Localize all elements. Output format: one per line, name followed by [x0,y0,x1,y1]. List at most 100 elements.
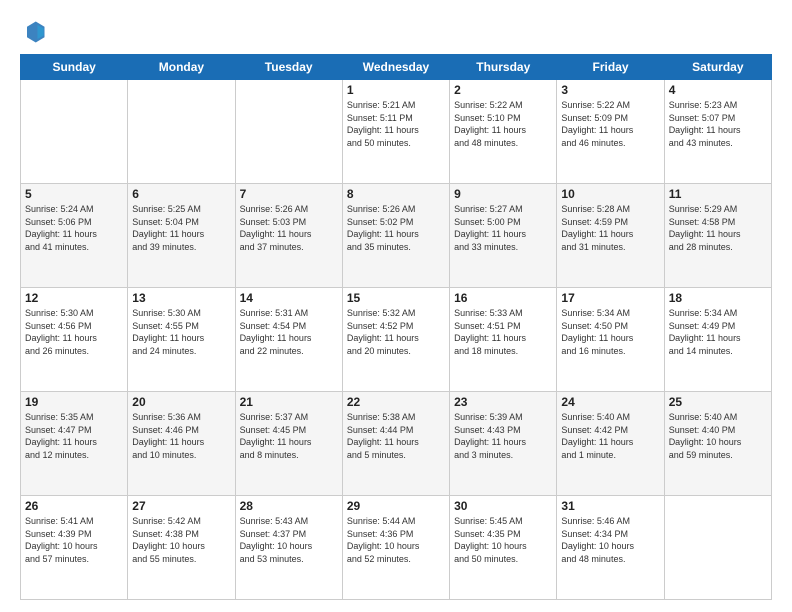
day-cell: 3 Sunrise: 5:22 AM Sunset: 5:09 PM Daylig… [557,80,664,184]
day-cell: 24 Sunrise: 5:40 AM Sunset: 4:42 PM Dayli… [557,392,664,496]
day-number: 12 [25,291,123,305]
day-cell: 27 Sunrise: 5:42 AM Sunset: 4:38 PM Dayli… [128,496,235,600]
day-cell: 1Sunrise: 5:21 AM Sunset: 5:11 PM Daylig… [342,80,449,184]
weekday-header-tuesday: Tuesday [235,55,342,80]
day-info: Sunrise: 5:39 AM Sunset: 4:43 PM Dayligh… [454,411,552,461]
day-info: Sunrise: 5:45 AM Sunset: 4:35 PM Dayligh… [454,515,552,565]
day-info: Sunrise: 5:34 AM Sunset: 4:50 PM Dayligh… [561,307,659,357]
day-number: 4 [669,83,767,97]
day-cell: 5 Sunrise: 5:24 AM Sunset: 5:06 PM Daylig… [21,184,128,288]
day-info: Sunrise: 5:38 AM Sunset: 4:44 PM Dayligh… [347,411,445,461]
day-info: Sunrise: 5:29 AM Sunset: 4:58 PM Dayligh… [669,203,767,253]
week-row-2: 5 Sunrise: 5:24 AM Sunset: 5:06 PM Daylig… [21,184,772,288]
week-row-4: 19 Sunrise: 5:35 AM Sunset: 4:47 PM Dayli… [21,392,772,496]
day-number: 27 [132,499,230,513]
day-cell: 19 Sunrise: 5:35 AM Sunset: 4:47 PM Dayli… [21,392,128,496]
day-info: Sunrise: 5:37 AM Sunset: 4:45 PM Dayligh… [240,411,338,461]
day-cell: 14 Sunrise: 5:31 AM Sunset: 4:54 PM Dayli… [235,288,342,392]
day-info: Sunrise: 5:30 AM Sunset: 4:55 PM Dayligh… [132,307,230,357]
logo-icon [20,18,48,46]
day-number: 14 [240,291,338,305]
day-info: Sunrise: 5:30 AM Sunset: 4:56 PM Dayligh… [25,307,123,357]
day-cell: 29Sunrise: 5:44 AM Sunset: 4:36 PM Dayli… [342,496,449,600]
day-cell: 13 Sunrise: 5:30 AM Sunset: 4:55 PM Dayli… [128,288,235,392]
day-cell: 11 Sunrise: 5:29 AM Sunset: 4:58 PM Dayli… [664,184,771,288]
day-cell: 30 Sunrise: 5:45 AM Sunset: 4:35 PM Dayli… [450,496,557,600]
day-number: 21 [240,395,338,409]
day-cell: 28 Sunrise: 5:43 AM Sunset: 4:37 PM Dayli… [235,496,342,600]
day-cell: 7 Sunrise: 5:26 AM Sunset: 5:03 PM Daylig… [235,184,342,288]
weekday-header-sunday: Sunday [21,55,128,80]
day-cell: 26 Sunrise: 5:41 AM Sunset: 4:39 PM Dayli… [21,496,128,600]
day-info: Sunrise: 5:33 AM Sunset: 4:51 PM Dayligh… [454,307,552,357]
day-info: Sunrise: 5:24 AM Sunset: 5:06 PM Dayligh… [25,203,123,253]
day-info: Sunrise: 5:35 AM Sunset: 4:47 PM Dayligh… [25,411,123,461]
day-cell: 25Sunrise: 5:40 AM Sunset: 4:40 PM Dayli… [664,392,771,496]
day-number: 13 [132,291,230,305]
day-cell: 6Sunrise: 5:25 AM Sunset: 5:04 PM Daylig… [128,184,235,288]
day-number: 20 [132,395,230,409]
day-cell: 23 Sunrise: 5:39 AM Sunset: 4:43 PM Dayli… [450,392,557,496]
day-cell: 21 Sunrise: 5:37 AM Sunset: 4:45 PM Dayli… [235,392,342,496]
day-number: 26 [25,499,123,513]
day-number: 3 [561,83,659,97]
day-info: Sunrise: 5:40 AM Sunset: 4:42 PM Dayligh… [561,411,659,461]
day-cell: 22 Sunrise: 5:38 AM Sunset: 4:44 PM Dayli… [342,392,449,496]
day-cell [21,80,128,184]
weekday-header-wednesday: Wednesday [342,55,449,80]
day-cell: 4Sunrise: 5:23 AM Sunset: 5:07 PM Daylig… [664,80,771,184]
day-cell [128,80,235,184]
day-number: 19 [25,395,123,409]
day-info: Sunrise: 5:28 AM Sunset: 4:59 PM Dayligh… [561,203,659,253]
day-cell: 16 Sunrise: 5:33 AM Sunset: 4:51 PM Dayli… [450,288,557,392]
day-number: 11 [669,187,767,201]
day-info: Sunrise: 5:41 AM Sunset: 4:39 PM Dayligh… [25,515,123,565]
week-row-5: 26 Sunrise: 5:41 AM Sunset: 4:39 PM Dayli… [21,496,772,600]
day-number: 22 [347,395,445,409]
day-number: 9 [454,187,552,201]
week-row-3: 12 Sunrise: 5:30 AM Sunset: 4:56 PM Dayli… [21,288,772,392]
day-cell: 2 Sunrise: 5:22 AM Sunset: 5:10 PM Daylig… [450,80,557,184]
day-number: 16 [454,291,552,305]
day-cell: 9 Sunrise: 5:27 AM Sunset: 5:00 PM Daylig… [450,184,557,288]
header [20,18,772,46]
day-number: 2 [454,83,552,97]
day-number: 24 [561,395,659,409]
day-info: Sunrise: 5:34 AM Sunset: 4:49 PM Dayligh… [669,307,767,357]
day-cell: 10Sunrise: 5:28 AM Sunset: 4:59 PM Dayli… [557,184,664,288]
day-number: 15 [347,291,445,305]
weekday-header-saturday: Saturday [664,55,771,80]
day-number: 28 [240,499,338,513]
logo [20,18,52,46]
day-info: Sunrise: 5:25 AM Sunset: 5:04 PM Dayligh… [132,203,230,253]
weekday-header-friday: Friday [557,55,664,80]
week-row-1: 1Sunrise: 5:21 AM Sunset: 5:11 PM Daylig… [21,80,772,184]
day-info: Sunrise: 5:22 AM Sunset: 5:09 PM Dayligh… [561,99,659,149]
day-number: 23 [454,395,552,409]
day-info: Sunrise: 5:22 AM Sunset: 5:10 PM Dayligh… [454,99,552,149]
day-info: Sunrise: 5:26 AM Sunset: 5:03 PM Dayligh… [240,203,338,253]
weekday-header-monday: Monday [128,55,235,80]
day-number: 5 [25,187,123,201]
day-number: 30 [454,499,552,513]
day-info: Sunrise: 5:42 AM Sunset: 4:38 PM Dayligh… [132,515,230,565]
day-number: 31 [561,499,659,513]
day-info: Sunrise: 5:27 AM Sunset: 5:00 PM Dayligh… [454,203,552,253]
day-cell: 15Sunrise: 5:32 AM Sunset: 4:52 PM Dayli… [342,288,449,392]
day-cell: 17 Sunrise: 5:34 AM Sunset: 4:50 PM Dayli… [557,288,664,392]
day-cell: 12 Sunrise: 5:30 AM Sunset: 4:56 PM Dayli… [21,288,128,392]
day-cell [235,80,342,184]
day-info: Sunrise: 5:43 AM Sunset: 4:37 PM Dayligh… [240,515,338,565]
day-number: 17 [561,291,659,305]
day-info: Sunrise: 5:31 AM Sunset: 4:54 PM Dayligh… [240,307,338,357]
day-cell: 18 Sunrise: 5:34 AM Sunset: 4:49 PM Dayli… [664,288,771,392]
page: SundayMondayTuesdayWednesdayThursdayFrid… [0,0,792,612]
day-number: 7 [240,187,338,201]
day-info: Sunrise: 5:40 AM Sunset: 4:40 PM Dayligh… [669,411,767,461]
day-info: Sunrise: 5:44 AM Sunset: 4:36 PM Dayligh… [347,515,445,565]
day-cell [664,496,771,600]
day-info: Sunrise: 5:21 AM Sunset: 5:11 PM Dayligh… [347,99,445,149]
day-cell: 31Sunrise: 5:46 AM Sunset: 4:34 PM Dayli… [557,496,664,600]
day-info: Sunrise: 5:26 AM Sunset: 5:02 PM Dayligh… [347,203,445,253]
day-number: 18 [669,291,767,305]
